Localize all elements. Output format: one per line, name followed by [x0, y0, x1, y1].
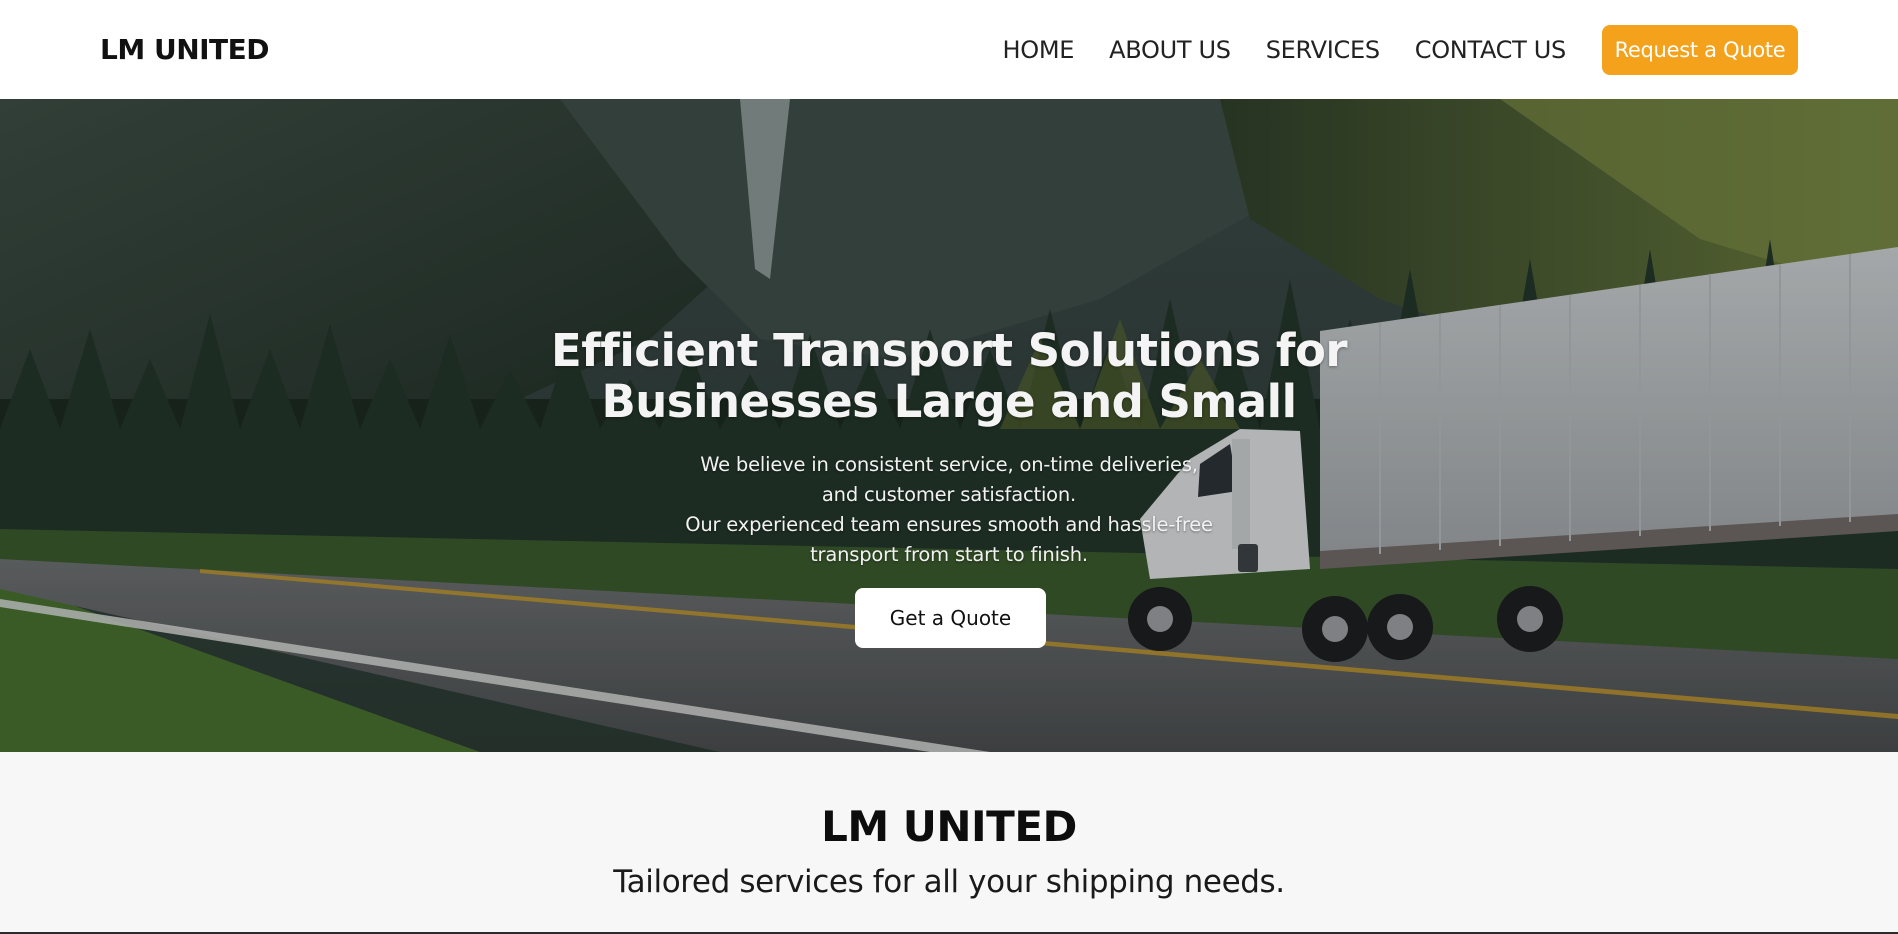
get-a-quote-button[interactable]: Get a Quote	[855, 588, 1046, 648]
hero-section: Efficient Transport Solutions for Busine…	[0, 99, 1898, 752]
intro-section: LM UNITED Tailored services for all your…	[0, 752, 1898, 934]
intro-title: LM UNITED	[821, 802, 1077, 851]
main-nav: HOME ABOUT US SERVICES CONTACT US	[1003, 36, 1567, 64]
nav-contact-us[interactable]: CONTACT US	[1415, 36, 1567, 64]
hero-title-line: Efficient Transport Solutions for	[550, 324, 1348, 377]
hero-title-line: Businesses Large and Small	[601, 375, 1297, 428]
hero-content: Efficient Transport Solutions for Busine…	[0, 99, 1898, 752]
hero-subtitle-line: and customer satisfaction.	[821, 483, 1077, 506]
nav-about-us[interactable]: ABOUT US	[1109, 36, 1231, 64]
intro-subtitle: Tailored services for all your shipping …	[613, 864, 1285, 900]
site-header: LM UNITED HOME ABOUT US SERVICES CONTACT…	[0, 0, 1898, 99]
nav-services[interactable]: SERVICES	[1266, 36, 1380, 64]
hero-subtitle-line: We believe in consistent service, on-tim…	[700, 453, 1198, 476]
hero-subtitle-line: Our experienced team ensures smooth and …	[685, 513, 1213, 536]
request-quote-button[interactable]: Request a Quote	[1602, 24, 1798, 75]
hero-subtitle-line: transport from start to finish.	[810, 543, 1088, 566]
hero-title: Efficient Transport Solutions for Busine…	[0, 325, 1898, 427]
nav-home[interactable]: HOME	[1003, 36, 1075, 64]
brand-logo[interactable]: LM UNITED	[100, 33, 270, 66]
hero-subtitle: We believe in consistent service, on-tim…	[0, 450, 1898, 570]
